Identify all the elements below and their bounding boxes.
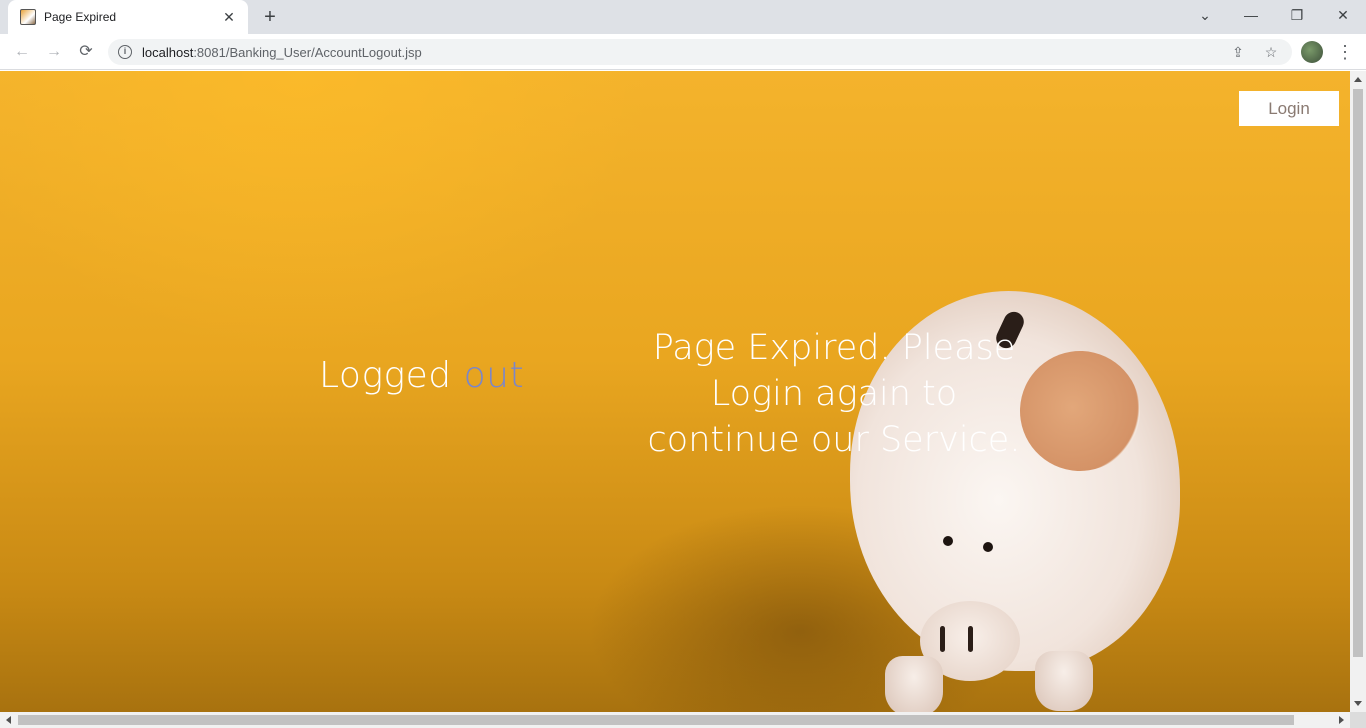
logged-accent: out — [463, 355, 525, 396]
piggy-leg — [1035, 651, 1093, 711]
piggy-eye — [943, 536, 953, 546]
tab-strip: Page Expired ✕ + ⌄ — ❐ ✕ — [0, 0, 1366, 34]
piggy-nostril — [968, 626, 973, 652]
logged-label: Logged — [319, 355, 452, 396]
expired-message: Page Expired. Please Login again to cont… — [647, 328, 1021, 460]
piggy-nostril — [940, 626, 945, 652]
tab-close-icon[interactable]: ✕ — [220, 9, 238, 26]
logged-out-heading: Logged out — [319, 355, 524, 396]
browser-tab[interactable]: Page Expired ✕ — [8, 0, 248, 34]
profile-avatar[interactable] — [1301, 41, 1323, 63]
window-close-button[interactable]: ✕ — [1320, 0, 1366, 30]
tab-search-icon[interactable]: ⌄ — [1182, 0, 1228, 30]
tab-title: Page Expired — [44, 10, 117, 24]
scroll-right-icon[interactable] — [1339, 716, 1344, 724]
scrollbar-corner — [1350, 712, 1366, 728]
favicon-icon — [20, 9, 36, 25]
piggy-leg — [885, 656, 943, 712]
browser-menu-icon[interactable]: ⋮ — [1336, 40, 1354, 64]
minimize-button[interactable]: — — [1228, 0, 1274, 30]
address-bar[interactable]: i localhost:8081/Banking_User/AccountLog… — [108, 39, 1292, 65]
url-path: :8081/Banking_User/AccountLogout.jsp — [193, 44, 422, 60]
piggy-eye — [983, 542, 993, 552]
horizontal-scrollbar[interactable] — [0, 712, 1350, 728]
scroll-up-icon[interactable] — [1354, 77, 1362, 82]
forward-button[interactable]: → — [42, 40, 66, 64]
login-button[interactable]: Login — [1239, 91, 1339, 126]
bookmark-star-icon[interactable]: ☆ — [1261, 42, 1281, 62]
scroll-down-icon[interactable] — [1354, 701, 1362, 706]
horizontal-scroll-thumb[interactable] — [18, 715, 1294, 725]
site-info-icon[interactable]: i — [118, 45, 132, 59]
scroll-left-icon[interactable] — [6, 716, 11, 724]
vertical-scrollbar[interactable] — [1350, 71, 1366, 712]
back-button[interactable]: ← — [10, 40, 34, 64]
reload-button[interactable]: ⟳ — [74, 40, 98, 64]
browser-toolbar: ← → ⟳ i localhost:8081/Banking_User/Acco… — [0, 34, 1366, 70]
page-viewport: Logged out Page Expired. Please Login ag… — [0, 71, 1350, 712]
share-icon[interactable]: ⇪ — [1228, 42, 1248, 62]
vertical-scroll-thumb[interactable] — [1353, 89, 1363, 657]
restore-button[interactable]: ❐ — [1274, 0, 1320, 30]
new-tab-button[interactable]: + — [258, 5, 282, 29]
url-host: localhost — [142, 44, 194, 60]
